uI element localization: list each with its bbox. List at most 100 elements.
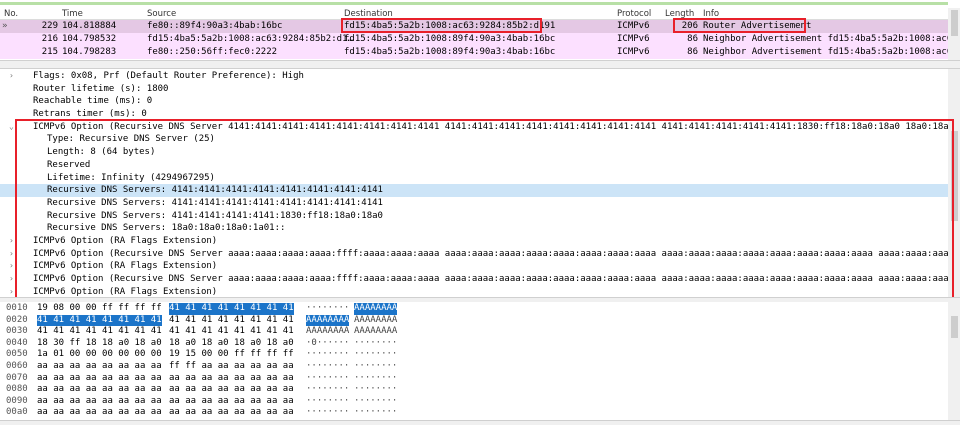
ascii-group-2[interactable]: AAAAAAAA: [354, 326, 397, 338]
detail-tree-label: Flags: 0x08, Prf (Default Router Prefere…: [33, 71, 304, 81]
packet-protocol: ICMPv6: [617, 34, 650, 44]
hex-group-1[interactable]: aa aa aa aa aa aa aa aa: [37, 384, 162, 396]
ascii-group-1[interactable]: ········: [306, 396, 349, 408]
ascii-group-2[interactable]: AAAAAAAA: [354, 303, 398, 315]
bytes-row[interactable]: 0080 aa aa aa aa aa aa aa aa aa aa aa aa a…: [0, 384, 948, 396]
hex-group-1[interactable]: aa aa aa aa aa aa aa aa: [37, 373, 162, 385]
hex-group-1[interactable]: aa aa aa aa aa aa aa aa: [37, 396, 162, 408]
packet-time: 104.798532: [62, 34, 117, 44]
hex-group-2[interactable]: aa aa aa aa aa aa aa aa: [169, 396, 294, 408]
hex-group-2[interactable]: 41 41 41 41 41 41 41 41: [169, 326, 294, 338]
ascii-group-1[interactable]: ·0······: [306, 338, 349, 350]
packet-time: 104.818884: [62, 21, 117, 31]
byte-offset: 0020: [6, 314, 28, 325]
bytes-row[interactable]: 0010 19 08 00 00 ff ff ff ff 41 41 41 41 4…: [0, 303, 948, 315]
ascii-group-1[interactable]: AAAAAAAA: [306, 326, 349, 338]
ascii-group-1[interactable]: ········: [306, 349, 349, 361]
bytes-row[interactable]: 0050 1a 01 00 00 00 00 00 00 19 15 00 00 f…: [0, 349, 948, 361]
annotation-box-destination: [341, 18, 542, 33]
byte-offset: 0080: [6, 384, 28, 395]
bytes-row[interactable]: 0040 18 30 ff 18 18 a0 18 a0 18 a0 18 a0 1…: [0, 338, 948, 350]
pane-splitter[interactable]: [0, 60, 960, 69]
collapsed-chevron-icon[interactable]: ›: [9, 260, 14, 273]
byte-offset: 0050: [6, 349, 28, 360]
ascii-group-1[interactable]: AAAAAAAA: [306, 314, 350, 327]
hex-group-1[interactable]: 1a 01 00 00 00 00 00 00: [37, 349, 162, 361]
packet-destination: fd15:4ba5:5a2b:1008:89f4:90a3:4bab:16bc: [344, 47, 556, 57]
ascii-group-1[interactable]: ········: [306, 384, 349, 396]
hex-group-2[interactable]: 18 a0 18 a0 18 a0 18 a0: [169, 338, 294, 350]
detail-tree-item[interactable]: Router lifetime (s): 1800: [0, 83, 948, 96]
ascii-group-2[interactable]: ········: [354, 384, 397, 396]
capture-filter-bar: [0, 2, 948, 5]
hex-group-2[interactable]: aa aa aa aa aa aa aa aa: [169, 384, 294, 396]
packet-row[interactable]: 216 104.798532 fd15:4ba5:5a2b:1008:ac63:92…: [0, 33, 958, 46]
byte-offset: 0010: [6, 303, 28, 313]
scrollbar-thumb[interactable]: [951, 316, 958, 338]
bytes-row[interactable]: 0090 aa aa aa aa aa aa aa aa aa aa aa aa a…: [0, 396, 948, 408]
hex-group-1[interactable]: aa aa aa aa aa aa aa aa: [37, 407, 162, 419]
bytes-scrollbar[interactable]: [948, 302, 960, 420]
ascii-group-2[interactable]: ········: [354, 349, 397, 361]
bytes-row[interactable]: 0030 41 41 41 41 41 41 41 41 41 41 41 41 4…: [0, 326, 948, 338]
hex-group-2[interactable]: aa aa aa aa aa aa aa aa: [169, 407, 294, 419]
ascii-group-1[interactable]: ········: [306, 373, 349, 385]
hex-group-2[interactable]: ff ff aa aa aa aa aa aa: [169, 361, 294, 373]
ascii-group-1[interactable]: ········: [306, 361, 349, 373]
collapsed-chevron-icon[interactable]: ›: [9, 235, 14, 248]
column-header-protocol[interactable]: Protocol: [617, 9, 651, 19]
ascii-group-2[interactable]: ········: [354, 338, 397, 350]
packet-protocol: ICMPv6: [617, 21, 650, 31]
packet-source: fd15:4ba5:5a2b:1008:ac63:9284:85b2:d1…: [147, 34, 353, 44]
bytes-row[interactable]: 0060 aa aa aa aa aa aa aa aa ff ff aa aa a…: [0, 361, 948, 373]
hex-group-1[interactable]: 18 30 ff 18 18 a0 18 a0: [37, 338, 162, 350]
column-header-no[interactable]: No.: [4, 9, 18, 19]
packet-length: 86: [687, 34, 698, 44]
ascii-group-1[interactable]: ········: [306, 407, 349, 419]
row-marker-icon: »: [2, 21, 8, 31]
collapsed-chevron-icon[interactable]: ›: [9, 286, 14, 297]
packet-number: 216: [41, 34, 58, 44]
detail-tree-item[interactable]: Reachable time (ms): 0: [0, 95, 948, 108]
byte-offset: 0030: [6, 326, 28, 337]
ascii-group-2[interactable]: AAAAAAAA: [354, 315, 397, 327]
bytes-row[interactable]: 00a0 aa aa aa aa aa aa aa aa aa aa aa aa a…: [0, 407, 948, 419]
packet-bytes-pane: 0010 19 08 00 00 ff ff ff ff 41 41 41 41 4…: [0, 302, 948, 420]
hex-group-1[interactable]: 41 41 41 41 41 41 41 41: [37, 314, 162, 327]
detail-tree-label: Router lifetime (s): 1800: [33, 83, 169, 94]
status-bar: [0, 420, 960, 425]
packet-list: No. Time Source Destination Protocol Len…: [0, 8, 958, 60]
hex-group-1[interactable]: 19 08 00 00 ff ff ff ff: [37, 303, 162, 315]
collapsed-chevron-icon[interactable]: ›: [9, 273, 14, 286]
hex-group-2[interactable]: 41 41 41 41 41 41 41 41: [169, 315, 294, 327]
ascii-group-2[interactable]: ········: [354, 407, 397, 419]
collapsed-chevron-icon[interactable]: ›: [9, 70, 14, 83]
packet-source: fe80::89f4:90a3:4bab:16bc: [147, 21, 283, 31]
column-header-time[interactable]: Time: [62, 9, 83, 19]
byte-offset: 0090: [6, 395, 28, 406]
hex-group-1[interactable]: aa aa aa aa aa aa aa aa: [37, 361, 162, 373]
scrollbar-thumb[interactable]: [951, 10, 958, 36]
collapsed-chevron-icon[interactable]: ›: [9, 248, 14, 261]
packet-destination: fd15:4ba5:5a2b:1008:89f4:90a3:4bab:16bc: [344, 34, 556, 44]
packet-info: Neighbor Advertisement fd15:4ba5:5a2b:10…: [703, 34, 958, 44]
detail-tree-item[interactable]: › Flags: 0x08, Prf (Default Router Prefer…: [0, 70, 948, 83]
ascii-group-2[interactable]: ········: [354, 361, 397, 373]
byte-offset: 0070: [6, 372, 28, 383]
packet-list-scrollbar[interactable]: [948, 8, 960, 60]
hex-group-2[interactable]: 41 41 41 41 41 41 41 41: [169, 303, 294, 315]
bytes-row[interactable]: 0070 aa aa aa aa aa aa aa aa aa aa aa aa a…: [0, 373, 948, 385]
bytes-row[interactable]: 0020 41 41 41 41 41 41 41 41 41 41 41 41 4…: [0, 314, 948, 327]
expanded-chevron-icon[interactable]: ⌄: [9, 121, 14, 134]
hex-group-2[interactable]: aa aa aa aa aa aa aa aa: [169, 373, 294, 385]
packet-number: 229: [41, 21, 58, 31]
packet-row[interactable]: 215 104.798283 fe80::250:56ff:fec0:2222 fd1…: [0, 46, 952, 59]
hex-group-2[interactable]: 19 15 00 00 ff ff ff ff: [169, 349, 294, 361]
packet-info: Neighbor Advertisement fd15:4ba5:5a2b:10…: [703, 47, 953, 57]
ascii-group-2[interactable]: ········: [354, 396, 397, 408]
ascii-group-2[interactable]: ········: [354, 373, 397, 385]
ascii-group-1[interactable]: ········: [306, 303, 349, 315]
column-header-source[interactable]: Source: [147, 9, 176, 19]
hex-group-1[interactable]: 41 41 41 41 41 41 41 41: [37, 326, 162, 338]
detail-tree-label: Reachable time (ms): 0: [33, 96, 153, 107]
